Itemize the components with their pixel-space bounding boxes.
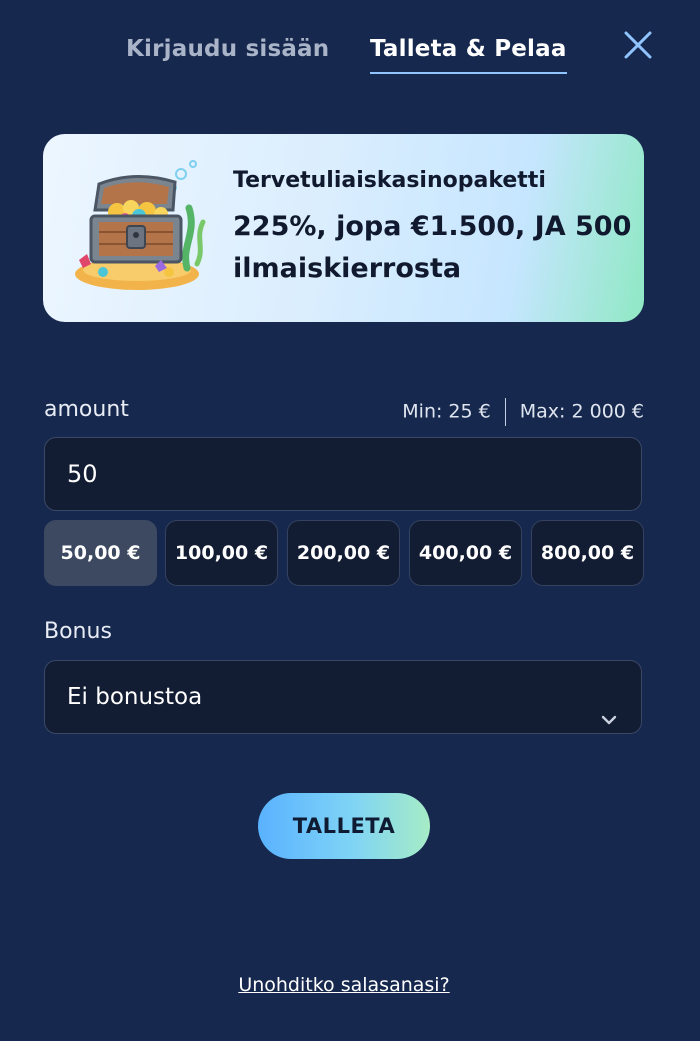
tab-login[interactable]: Kirjaudu sisään: [126, 36, 329, 62]
amount-input[interactable]: 50: [44, 437, 642, 511]
banner-offer: 225%, jopa €1.500, JA 500 ilmaiskierrost…: [233, 211, 632, 284]
welcome-banner[interactable]: Tervetuliaiskasinopaketti 225%, jopa €1.…: [43, 134, 644, 322]
amount-label: amount: [44, 397, 129, 422]
forgot-password-link[interactable]: Unohditko salasanasi?: [0, 974, 688, 996]
chevron-down-icon: [599, 687, 619, 725]
close-icon[interactable]: [622, 29, 654, 61]
preset-200[interactable]: 200,00 €: [287, 520, 400, 586]
preset-800[interactable]: 800,00 €: [531, 520, 644, 586]
max-limit: Max: 2 000 €: [519, 400, 644, 423]
tab-bar: Kirjaudu sisään Talleta & Pelaa: [0, 28, 700, 80]
deposit-limits: Min: 25 € Max: 2 000 €: [402, 398, 644, 426]
treasure-chest-icon: [69, 156, 209, 296]
deposit-button[interactable]: TALLETA: [258, 793, 430, 859]
bonus-label: Bonus: [44, 619, 112, 644]
preset-100[interactable]: 100,00 €: [165, 520, 278, 586]
limit-divider: [504, 398, 506, 426]
preset-400[interactable]: 400,00 €: [409, 520, 522, 586]
bonus-select[interactable]: Ei bonustoa: [44, 660, 642, 734]
preset-50[interactable]: 50,00 €: [44, 520, 157, 586]
amount-presets: 50,00 € 100,00 € 200,00 € 400,00 € 800,0…: [44, 520, 644, 588]
bonus-selected-value: Ei bonustoa: [67, 684, 203, 710]
min-limit: Min: 25 €: [402, 400, 491, 423]
banner-title: Tervetuliaiskasinopaketti: [233, 168, 546, 193]
tab-deposit[interactable]: Talleta & Pelaa: [370, 36, 567, 74]
